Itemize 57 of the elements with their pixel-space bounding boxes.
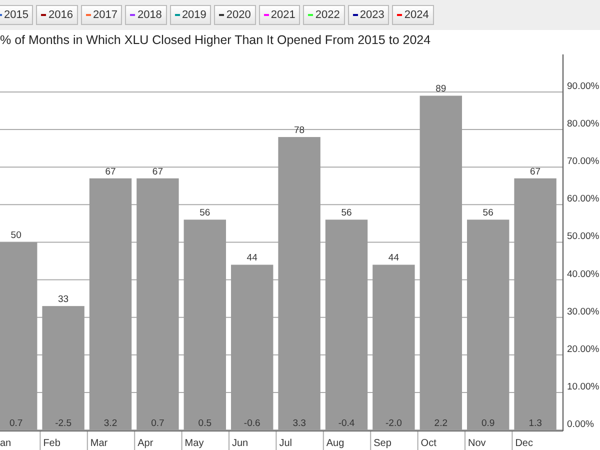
legend-item[interactable]: 2023	[348, 5, 390, 25]
axis-tick-label: 20.00%	[567, 344, 600, 355]
axis-tick-label: 90.00%	[567, 80, 600, 92]
value-label: 67	[152, 166, 163, 178]
value-label: 2.2	[434, 418, 448, 429]
value-label: 0.5	[198, 418, 212, 429]
axis-tick-label: Sep	[374, 438, 392, 449]
axis-tick-label: Jun	[232, 438, 248, 449]
legend-item[interactable]: 2017	[80, 5, 122, 25]
value-label: 67	[530, 166, 541, 178]
axis-tick-label: Feb	[43, 438, 60, 449]
value-label: 56	[341, 208, 352, 219]
value-label: 0.7	[10, 418, 23, 429]
axis-tick-label: Dec	[515, 438, 533, 449]
value-label: 0.7	[151, 418, 164, 429]
value-label: 1.3	[528, 418, 542, 429]
axis-tick-label: Oct	[420, 438, 436, 449]
value-label: 33	[58, 294, 69, 306]
axis-tick-label: 0.00%	[567, 419, 594, 430]
legend-item[interactable]: 2022	[303, 5, 345, 25]
axis-tick-label: 30.00%	[567, 306, 600, 318]
legend-item[interactable]: 2020	[214, 5, 256, 25]
legend-item[interactable]: 2015	[0, 5, 34, 25]
value-label: -2.5	[55, 418, 72, 429]
axis-tick-label: an	[0, 438, 12, 449]
value-label: 3.3	[292, 418, 306, 429]
value-label: -0.6	[244, 418, 260, 429]
axis-tick-label: 10.00%	[567, 381, 600, 392]
axis-tick-label: May	[184, 438, 204, 449]
legend-item[interactable]: 2018	[125, 5, 167, 25]
chart-title: % of Months in Which XLU Closed Higher Than It Opened From 2015 to 2024	[0, 32, 432, 49]
value-label: 3.2	[104, 418, 118, 429]
value-label: 78	[294, 125, 305, 136]
value-label: 56	[200, 208, 210, 219]
axis-tick-label: Apr	[138, 438, 154, 449]
value-label: 89	[436, 84, 446, 95]
legend-item[interactable]: 2021	[258, 5, 300, 25]
axis-tick-label: Mar	[90, 438, 108, 449]
value-label: -0.4	[338, 418, 355, 429]
value-label: 44	[388, 252, 399, 264]
value-label: 50	[10, 230, 22, 242]
axis-tick-label: 60.00%	[567, 194, 600, 205]
value-label: 0.9	[482, 418, 495, 429]
legend-item[interactable]: 2016	[36, 5, 78, 25]
axis-tick-label: 80.00%	[567, 118, 600, 130]
axis-tick-label: 40.00%	[567, 268, 600, 280]
axis-tick-label: 70.00%	[567, 156, 600, 168]
legend-item[interactable]: 2024	[392, 5, 434, 25]
legend-item[interactable]: 2019	[170, 5, 212, 25]
value-label: -2.0	[386, 418, 402, 429]
axis-tick-label: Aug	[326, 438, 344, 449]
value-label: 56	[482, 208, 494, 219]
value-label: 44	[246, 252, 258, 264]
axis-tick-label: 50.00%	[567, 231, 600, 242]
axis-tick-label: Jul	[279, 438, 292, 449]
axis-tick-label: Nov	[468, 438, 486, 449]
value-label: 67	[105, 166, 116, 178]
